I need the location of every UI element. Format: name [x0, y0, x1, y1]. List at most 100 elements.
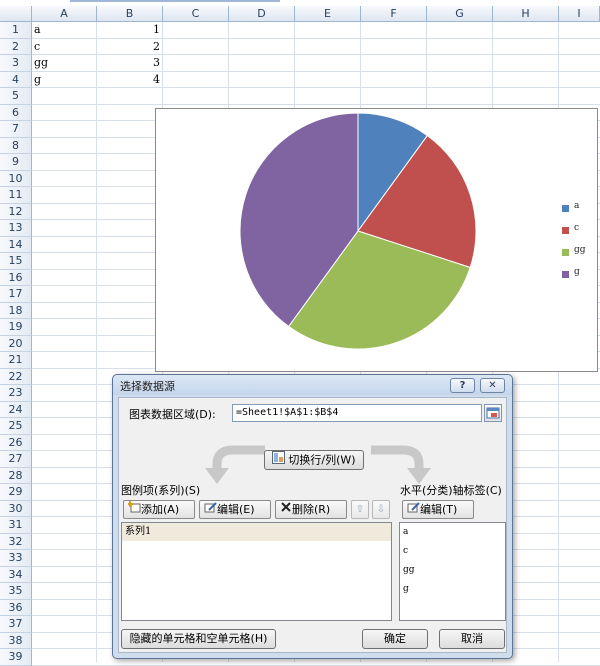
range-select-icon — [486, 407, 500, 419]
legend-item-a[interactable]: a — [562, 201, 598, 225]
close-button[interactable]: ✕ — [480, 378, 505, 393]
row-header-15[interactable]: 15 — [0, 253, 32, 270]
row-header-3[interactable]: 3 — [0, 55, 32, 72]
column-header-c[interactable]: C — [163, 6, 229, 22]
row-header-1[interactable]: 1 — [0, 22, 32, 39]
row-header-11[interactable]: 11 — [0, 187, 32, 204]
axis-labels-list[interactable]: a c gg g — [399, 522, 506, 621]
row-header-25[interactable]: 25 — [0, 418, 32, 435]
dialog-titlebar[interactable]: 选择数据源 ? ✕ — [113, 375, 512, 395]
axis-label-item[interactable]: c — [400, 542, 505, 561]
row-header-5[interactable]: 5 — [0, 88, 32, 105]
cell-a3[interactable]: gg — [34, 55, 94, 71]
row-header-19[interactable]: 19 — [0, 319, 32, 336]
axis-label-item[interactable]: g — [400, 580, 505, 599]
row-header-6[interactable]: 6 — [0, 104, 32, 121]
row-header-24[interactable]: 24 — [0, 401, 32, 418]
row-header-29[interactable]: 29 — [0, 484, 32, 501]
dialog-body: 图表数据区域(D): =Sheet1!$A$1:$B$4 切换行/列(W) 图例… — [118, 397, 507, 653]
collapse-dialog-button[interactable] — [484, 404, 502, 422]
select-all-corner[interactable] — [0, 6, 32, 22]
row-header-30[interactable]: 30 — [0, 500, 32, 517]
row-header-28[interactable]: 28 — [0, 467, 32, 484]
row-header-13[interactable]: 13 — [0, 220, 32, 237]
cancel-button[interactable]: 取消 — [439, 629, 505, 649]
pie-chart[interactable]: a c gg g — [155, 108, 598, 372]
cell-b1[interactable]: 1 — [98, 22, 160, 38]
axis-label-item[interactable]: a — [400, 523, 505, 542]
grid-row-line — [32, 664, 600, 666]
move-down-button[interactable]: ⇩ — [372, 500, 390, 519]
chart-range-input[interactable]: =Sheet1!$A$1:$B$4 — [232, 404, 482, 422]
series-item[interactable]: 系列1 — [122, 523, 391, 541]
row-header-35[interactable]: 35 — [0, 583, 32, 600]
legend-item-c[interactable]: c — [562, 223, 598, 247]
row-header-12[interactable]: 12 — [0, 203, 32, 220]
row-header-38[interactable]: 38 — [0, 632, 32, 649]
row-header-14[interactable]: 14 — [0, 236, 32, 253]
row-header-7[interactable]: 7 — [0, 121, 32, 138]
row-header-18[interactable]: 18 — [0, 302, 32, 319]
row-header-33[interactable]: 33 — [0, 550, 32, 567]
row-header-2[interactable]: 2 — [0, 38, 32, 55]
cell-b3[interactable]: 3 — [98, 55, 160, 71]
column-header-h[interactable]: H — [493, 6, 559, 22]
ok-button[interactable]: 确定 — [362, 629, 428, 649]
cell-a2[interactable]: c — [34, 39, 94, 55]
edit-axis-icon — [407, 502, 420, 516]
row-header-8[interactable]: 8 — [0, 137, 32, 154]
row-header-26[interactable]: 26 — [0, 434, 32, 451]
switch-row-column-button[interactable]: 切换行/列(W) — [264, 450, 364, 470]
cell-a1[interactable]: a — [34, 22, 94, 38]
legend-item-gg[interactable]: gg — [562, 245, 598, 269]
axis-edit-label: 编辑(T) — [420, 503, 458, 516]
column-header-g[interactable]: G — [427, 6, 493, 22]
row-header-36[interactable]: 36 — [0, 599, 32, 616]
row-header-17[interactable]: 17 — [0, 286, 32, 303]
edit-axis-labels-button[interactable]: 编辑(T) — [402, 500, 474, 519]
row-header-20[interactable]: 20 — [0, 335, 32, 352]
add-icon — [127, 501, 141, 516]
row-header-10[interactable]: 10 — [0, 170, 32, 187]
cell-b4[interactable]: 4 — [98, 72, 160, 88]
row-header-22[interactable]: 22 — [0, 368, 32, 385]
row-header-21[interactable]: 21 — [0, 352, 32, 369]
sheet-tab-hint — [70, 0, 280, 2]
row-header-32[interactable]: 32 — [0, 533, 32, 550]
axis-label-item[interactable]: gg — [400, 561, 505, 580]
row-header-9[interactable]: 9 — [0, 154, 32, 171]
column-header-f[interactable]: F — [361, 6, 427, 22]
delete-series-button[interactable]: 删除(R) — [275, 500, 347, 519]
row-header-27[interactable]: 27 — [0, 451, 32, 468]
help-button[interactable]: ? — [450, 378, 475, 393]
column-header-e[interactable]: E — [295, 6, 361, 22]
legend-item-g[interactable]: g — [562, 267, 598, 291]
row-header-34[interactable]: 34 — [0, 566, 32, 583]
cell-a4[interactable]: g — [34, 72, 94, 88]
column-header-b[interactable]: B — [97, 6, 163, 22]
hidden-empty-cells-button[interactable]: 隐藏的单元格和空单元格(H) — [121, 629, 276, 649]
row-header-16[interactable]: 16 — [0, 269, 32, 286]
series-list[interactable]: 系列1 — [121, 522, 392, 621]
row-header-39[interactable]: 39 — [0, 649, 32, 666]
legend-label: c — [574, 223, 580, 233]
column-header-i[interactable]: I — [559, 6, 600, 22]
range-label: 图表数据区域(D): — [129, 408, 216, 421]
cell-b2[interactable]: 2 — [98, 39, 160, 55]
column-header-a[interactable]: A — [32, 6, 97, 22]
chart-legend[interactable]: a c gg g — [562, 201, 598, 291]
column-header-d[interactable]: D — [229, 6, 295, 22]
edit-series-button[interactable]: 编辑(E) — [199, 500, 271, 519]
move-up-button[interactable]: ⇧ — [351, 500, 369, 519]
row-header-31[interactable]: 31 — [0, 517, 32, 534]
grid-row-line — [32, 103, 600, 105]
axis-section-label: 水平(分类)轴标签(C) — [400, 484, 502, 497]
legend-label: a — [574, 201, 580, 211]
switch-icon — [272, 451, 286, 470]
row-header-23[interactable]: 23 — [0, 385, 32, 402]
add-series-button[interactable]: 添加(A) — [123, 500, 195, 519]
legend-swatch — [562, 271, 569, 278]
row-header-4[interactable]: 4 — [0, 71, 32, 88]
row-header-37[interactable]: 37 — [0, 616, 32, 633]
legend-swatch — [562, 249, 569, 256]
